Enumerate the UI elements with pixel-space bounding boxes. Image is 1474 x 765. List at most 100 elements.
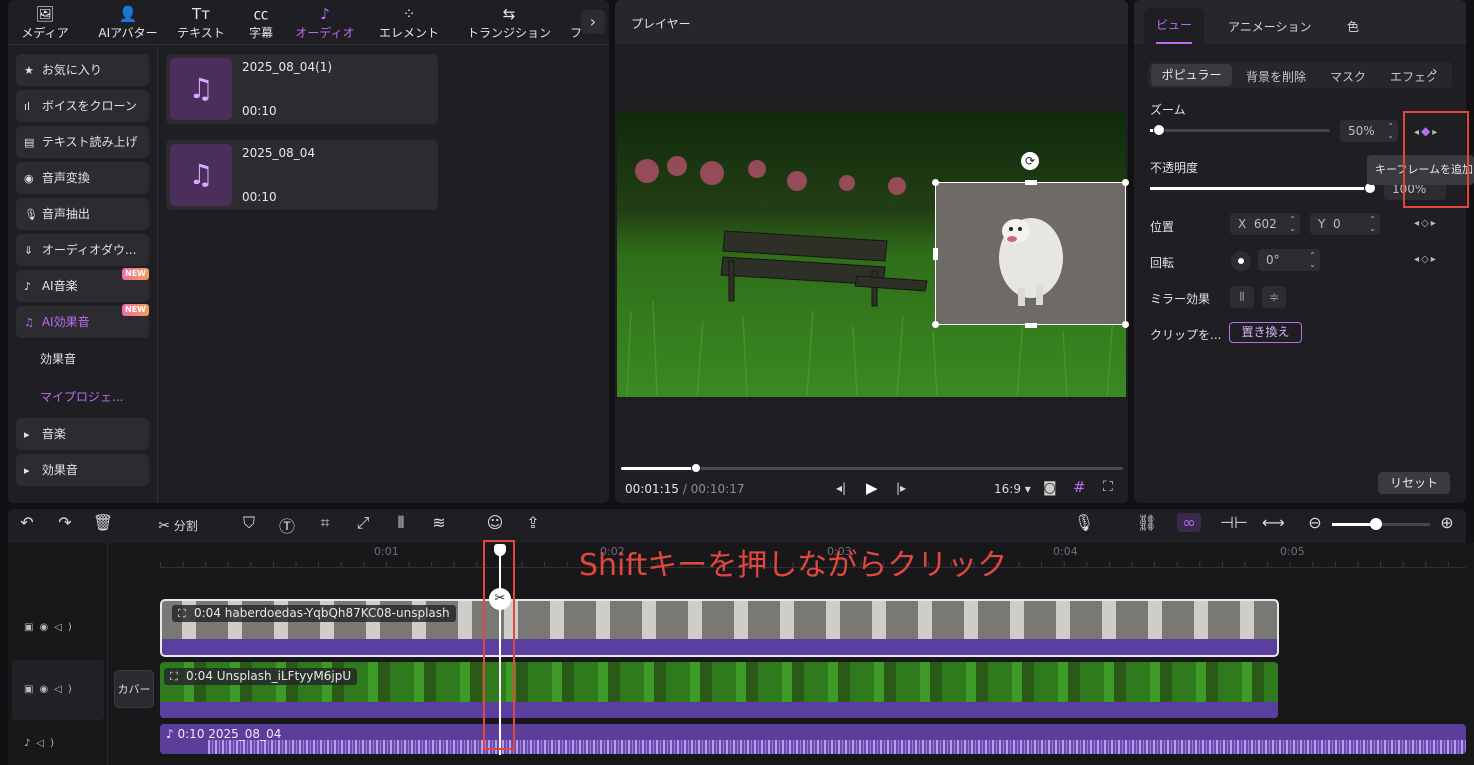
resize-handle[interactable] (1122, 321, 1129, 328)
subtab-remove-bg[interactable]: 背景を削除 (1246, 68, 1306, 85)
rotate-handle-icon[interactable]: ⟳ (1021, 152, 1039, 170)
mark-icon[interactable]: ⛉ (238, 513, 260, 533)
player-progress-track[interactable] (621, 463, 1123, 473)
cover-button[interactable]: カバー (114, 670, 154, 708)
opacity-slider[interactable] (1150, 182, 1376, 194)
timeline-zoom-knob[interactable] (1370, 518, 1382, 530)
clip-2-label: ⛶ 0:04 Unsplash_iLFtyyM6jpU (164, 668, 358, 685)
play-icon[interactable]: ▶ (866, 479, 878, 497)
subtab-effects[interactable]: エフェク (1390, 68, 1434, 85)
tab-captions[interactable]: ㏄字幕 (226, 4, 296, 41)
subtab-popular[interactable]: ポピュラー (1151, 64, 1232, 86)
grid-icon[interactable]: # (1073, 478, 1086, 496)
audio-clip[interactable] (160, 724, 1466, 754)
overlay-clip[interactable] (935, 182, 1126, 325)
subtabs-next-icon[interactable]: › (1432, 64, 1438, 80)
mirror-horizontal-icon[interactable]: ⫴ (1230, 286, 1254, 308)
split-button[interactable]: ✂ 分割 (148, 517, 208, 534)
menu-favorites[interactable]: ★ お気に入り (16, 54, 149, 86)
resize-handle[interactable] (1122, 179, 1129, 186)
crop-icon[interactable]: ⌗ (314, 513, 336, 533)
reset-button[interactable]: リセット (1378, 472, 1450, 494)
split-audio-icon[interactable]: ⊣⊢ (1220, 513, 1248, 532)
resize-handle[interactable] (932, 179, 939, 186)
delete-icon[interactable]: 🗑 (92, 513, 114, 532)
menu-sfx-sub[interactable]: 効果音 (16, 343, 149, 375)
text-tool-icon[interactable]: Ⓣ (276, 513, 298, 537)
position-keyframe-nav[interactable]: ◂◇▸ (1414, 218, 1438, 229)
player-progress-knob[interactable] (691, 463, 701, 473)
voice-wave-icon: ıl (24, 100, 31, 113)
player-progress-fill (621, 467, 696, 470)
playhead-highlight (483, 540, 515, 750)
track2-controls[interactable]: ▣◉◁) (24, 684, 78, 695)
audio-card[interactable]: ♫ 2025_08_04(1) 00:10 (166, 54, 438, 124)
menu-tts[interactable]: ▤ テキスト読み上げ (16, 126, 149, 158)
replace-button[interactable]: 置き換え (1229, 322, 1302, 343)
resize-handle[interactable] (1025, 323, 1037, 328)
menu-audio-download[interactable]: ⇓ オーディオダウ... (16, 234, 149, 266)
track1-controls[interactable]: ▣◉◁) (24, 622, 78, 633)
transform-icon[interactable]: ⤢ (352, 513, 374, 533)
tab-view[interactable]: ビュー (1144, 8, 1204, 44)
tab-transitions[interactable]: ⇆ トランジション (460, 4, 558, 41)
audio-card[interactable]: ♫ 2025_08_04 00:10 (166, 140, 438, 210)
subtab-mask[interactable]: マスク (1330, 68, 1366, 85)
fit-icon[interactable]: ⟷ (1262, 513, 1285, 532)
snapshot-icon[interactable]: ◙ (1043, 480, 1057, 496)
zoom-input[interactable]: 50% ⌃ ⌄ (1340, 120, 1398, 142)
prev-frame-icon[interactable]: ◂| (836, 481, 846, 495)
resize-handle[interactable] (933, 248, 938, 260)
tab-audio[interactable]: ♪ オーディオ (290, 4, 360, 41)
resize-handle[interactable] (932, 321, 939, 328)
redo-icon[interactable]: ↷ (54, 513, 76, 532)
link-icon[interactable]: ⛓ (1136, 513, 1158, 532)
export-icon[interactable]: ⇪ (522, 513, 544, 532)
menu-sfx[interactable]: ▸ 効果音 (16, 454, 149, 486)
tab-animation[interactable]: アニメーション (1228, 18, 1312, 35)
mirror-vertical-icon[interactable]: ≑ (1262, 286, 1286, 308)
image-clip-icon: ⛶ (178, 607, 186, 620)
menu-my-projects[interactable]: マイプロジェ... (16, 381, 149, 413)
caption-icon: ㏄ (253, 5, 269, 23)
resize-handle[interactable] (1025, 180, 1037, 185)
zoom-slider-knob[interactable] (1153, 124, 1165, 136)
zoom-label: ズーム (1150, 103, 1186, 117)
zoom-in-icon[interactable]: ⊕ (1436, 513, 1458, 532)
menu-ai-sfx[interactable]: ♫ AI効果音 NEW (16, 304, 149, 338)
tabs-next-icon[interactable]: › (581, 10, 605, 34)
tab-color[interactable]: 色 (1347, 18, 1359, 35)
menu-music[interactable]: ▸ 音楽 (16, 418, 149, 450)
magnet-icon[interactable]: ∞ (1177, 513, 1201, 532)
menu-voice-clone[interactable]: ıl ボイスをクローン (16, 90, 149, 122)
next-frame-icon[interactable]: |▸ (896, 481, 906, 495)
zoom-slider[interactable] (1150, 124, 1330, 136)
rotation-input[interactable]: 0° ⌃ ⌄ (1258, 249, 1320, 271)
zoom-out-icon[interactable]: ⊖ (1304, 513, 1326, 532)
position-y-input[interactable]: Y 0 ⌃ ⌄ (1310, 213, 1380, 235)
mirror-tool-icon[interactable]: ⫴ (390, 513, 412, 533)
rotation-label: 回転 (1150, 256, 1175, 270)
adjust-icon[interactable]: ≋ (428, 513, 450, 532)
undo-icon[interactable]: ↶ (16, 513, 38, 532)
timeline-zoom-slider[interactable] (1332, 518, 1430, 530)
face-icon[interactable]: ☺ (484, 513, 506, 532)
tab-elements[interactable]: ⁘ エレメント (374, 4, 444, 41)
menu-audio-extract[interactable]: 🎙 音声抽出 (16, 198, 149, 230)
audio-track-controls[interactable]: ♪◁) (24, 738, 60, 749)
fullscreen-icon[interactable]: ⛶ (1103, 479, 1113, 495)
tab-media[interactable]: 🖼 メディア (10, 4, 80, 41)
tab-ai-avatar[interactable]: 👤 AIアバター (88, 4, 168, 41)
ruler-tick: 0:01 (374, 545, 399, 558)
menu-ai-music[interactable]: ♪ AI音楽 NEW (16, 268, 149, 302)
aspect-ratio-select[interactable]: 16:9 ▾ (994, 482, 1031, 496)
rotation-dial-icon[interactable] (1231, 251, 1251, 271)
audio-card-duration: 00:10 (242, 104, 277, 118)
audio-card-title: 2025_08_04 (242, 146, 316, 160)
mic-record-icon[interactable]: 🎙 (1073, 513, 1095, 532)
rotation-keyframe-nav[interactable]: ◂◇▸ (1414, 254, 1438, 265)
menu-voice-change[interactable]: ◉ 音声変換 (16, 162, 149, 194)
top-tabs: 🖼 メディア 👤 AIアバター Tт テキスト ㏄字幕 ♪ オーディオ ⁘ エレメント ⇆… (8, 0, 609, 44)
expand-icon: ▸ (24, 464, 30, 477)
position-x-input[interactable]: X 602 ⌃ ⌄ (1230, 213, 1300, 235)
